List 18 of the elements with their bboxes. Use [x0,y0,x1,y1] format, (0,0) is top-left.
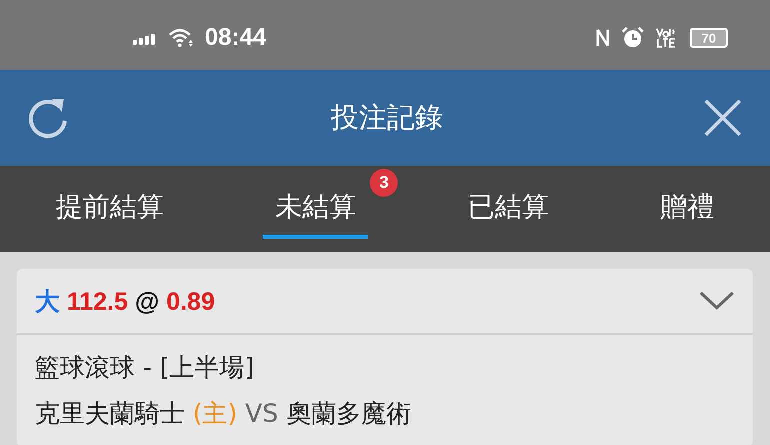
count-badge: 3 [370,169,398,197]
tab[interactable]: 贈禮 [648,179,726,239]
volte-icon [656,27,678,49]
nfc-icon [596,28,610,48]
tab[interactable]: 已結算 [456,179,561,239]
battery-icon: 70 [690,28,728,48]
tab[interactable]: 未結算 [263,179,368,239]
tab[interactable]: 提前結算 [44,179,176,239]
alarm-icon [622,27,644,49]
chevron-down-icon[interactable] [699,291,735,311]
bet-selection: 大 112.5 @ 0.89 [35,286,216,318]
clock-time: 08:44 [205,24,266,52]
wifi-icon [169,28,195,48]
bet-card-header[interactable]: 大 112.5 @ 0.89 [17,269,753,335]
match-text: 克里夫蘭騎士 (主) VS 奧蘭多魔術 [35,398,412,430]
page-title: 投注記錄 [331,100,443,136]
close-icon[interactable] [704,99,742,137]
competition-text: 籃球滾球 - [上半場] [35,352,256,384]
